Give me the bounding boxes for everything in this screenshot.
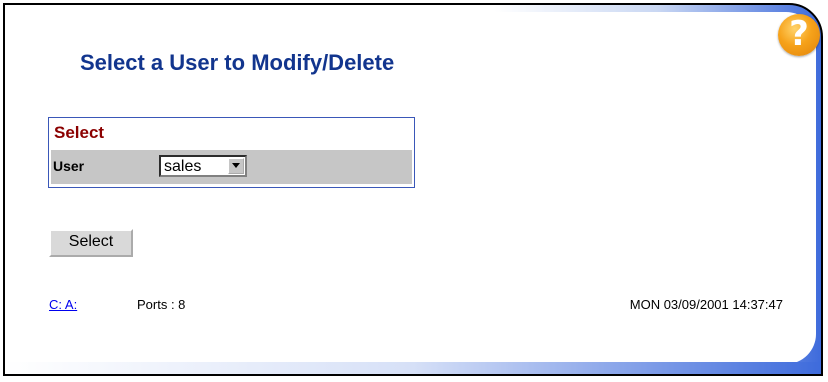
user-label: User [53, 158, 85, 174]
timestamp: MON 03/09/2001 14:37:47 [629, 297, 783, 312]
question-icon[interactable]: ? [778, 14, 820, 56]
ca-link[interactable]: C: A: [49, 297, 77, 312]
select-user-box: Select User sales [48, 117, 415, 188]
app-frame: ? Select a User to Modify/Delete Select … [0, 0, 828, 382]
select-heading: Select [54, 123, 105, 142]
ports-count: Ports : 8 [137, 297, 186, 312]
user-dropdown[interactable]: sales [159, 155, 247, 177]
page-title: Select a User to Modify/Delete [80, 50, 395, 75]
bottom-gradient-band [5, 362, 821, 374]
select-button[interactable]: Select [49, 229, 133, 257]
chevron-down-icon[interactable] [228, 158, 244, 174]
user-row: User sales [51, 150, 412, 184]
user-dropdown-value: sales [164, 158, 202, 175]
question-glyph: ? [789, 14, 809, 54]
